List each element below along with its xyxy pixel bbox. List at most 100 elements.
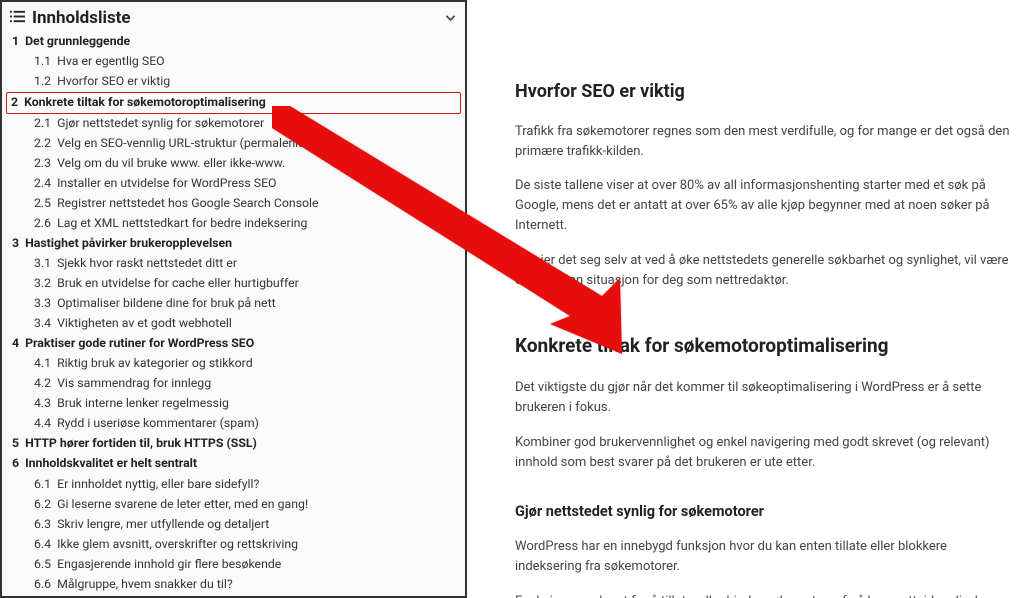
- toc-list: 1 Det grunnleggende1.1 Hva er egentlig SEO…: [10, 32, 457, 595]
- toc-item[interactable]: 6 Innholdskvalitet er helt sentralt: [10, 455, 457, 475]
- toc-item-number: 2.5: [34, 195, 51, 214]
- toc-item[interactable]: 6.4 Ikke glem avsnitt, overskrifter og re…: [10, 535, 457, 555]
- paragraph: WordPress har en innebygd funksjon hvor …: [515, 537, 1010, 577]
- toc-item-label: Målgruppe, hvem snakker du til?: [57, 576, 233, 595]
- toc-item-number: 6.4: [34, 536, 51, 555]
- toc-item-number: 6.3: [34, 516, 51, 535]
- toc-item[interactable]: 4.3 Bruk interne lenker regelmessig: [10, 395, 457, 415]
- paragraph: De siste tallene viser at over 80% av al…: [515, 176, 1010, 236]
- toc-item[interactable]: 1.1 Hva er egentlig SEO: [10, 52, 457, 72]
- toc-item-number: 6.1: [34, 476, 51, 495]
- table-of-contents: Innholdsliste 1 Det grunnleggende1.1 Hva e…: [0, 0, 467, 598]
- toc-item[interactable]: 4 Praktiser gode rutiner for WordPress SE…: [10, 335, 457, 355]
- heading-why: Hvorfor SEO er viktig: [515, 78, 1010, 106]
- toc-item-number: 3.1: [34, 255, 51, 274]
- toc-item-number: 6.5: [34, 556, 51, 575]
- toc-item-label: Ikke glem avsnitt, overskrifter og retts…: [57, 536, 298, 555]
- toc-item[interactable]: 3.3 Optimaliser bildene dine for bruk på …: [10, 295, 457, 315]
- toc-item-number: 3.3: [34, 295, 51, 314]
- toc-title: Innholdsliste: [32, 8, 131, 28]
- toc-item-number: 1: [12, 33, 19, 52]
- toc-item[interactable]: 4.1 Riktig bruk av kategorier og stikkord: [10, 355, 457, 375]
- toc-item[interactable]: 2 Konkrete tiltak for søkemotoroptimalise…: [6, 92, 461, 114]
- toc-item-number: 2: [11, 94, 18, 113]
- toc-item[interactable]: 2.4 Installer en utvidelse for WordPress …: [10, 174, 457, 194]
- toc-item-label: Viktigheten av et godt webhotell: [57, 315, 232, 334]
- toc-item-label: Bruk en utvidelse for cache eller hurtig…: [57, 275, 299, 294]
- heading-tiltak: Konkrete tiltak for søkemotoroptimaliser…: [515, 331, 1010, 360]
- toc-item-label: Sjekk hvor raskt nettstedet ditt er: [57, 255, 237, 274]
- toc-item[interactable]: 3.2 Bruk en utvidelse for cache eller hur…: [10, 275, 457, 295]
- toc-item[interactable]: 1 Det grunnleggende: [10, 32, 457, 52]
- toc-item[interactable]: 3.4 Viktigheten av et godt webhotell: [10, 315, 457, 335]
- toc-item[interactable]: 3 Hastighet påvirker brukeropplevelsen: [10, 234, 457, 254]
- toc-item[interactable]: 2.6 Lag et XML nettstedkart for bedre ind…: [10, 214, 457, 234]
- toc-item-number: 2.4: [34, 175, 51, 194]
- toc-item-label: Hvorfor SEO er viktig: [57, 73, 170, 92]
- toc-item-number: 4.1: [34, 355, 51, 374]
- toc-item-number: 2.3: [34, 155, 51, 174]
- toc-item-label: Lag et XML nettstedkart for bedre indeks…: [57, 215, 307, 234]
- toc-item-number: 2.1: [34, 115, 51, 134]
- paragraph: Det viktigste du gjør når det kommer til…: [515, 378, 1010, 418]
- toc-item[interactable]: 3.1 Sjekk hvor raskt nettstedet ditt er: [10, 255, 457, 275]
- toc-item-number: 4.2: [34, 375, 51, 394]
- toc-item-number: 4: [12, 335, 19, 354]
- toc-item[interactable]: 6.5 Engasjerende innhold gir flere besøke…: [10, 555, 457, 575]
- toc-item[interactable]: 6.2 Gi leserne svarene de leter etter, me…: [10, 495, 457, 515]
- toc-item-label: Gjør nettstedet synlig for søkemotorer: [57, 115, 264, 134]
- toc-item-label: Skriv lengre, mer utfyllende og detaljer…: [57, 516, 269, 535]
- toc-item-number: 4.4: [34, 415, 51, 434]
- toc-item-label: Hastighet påvirker brukeropplevelsen: [25, 235, 232, 254]
- toc-item-number: 3.4: [34, 315, 51, 334]
- toc-item-number: 4.3: [34, 395, 51, 414]
- toc-item-number: 6: [12, 455, 19, 474]
- toc-item[interactable]: 1.2 Hvorfor SEO er viktig: [10, 72, 457, 92]
- toc-item[interactable]: 6.6 Målgruppe, hvem snakker du til?: [10, 575, 457, 595]
- chevron-down-icon[interactable]: [444, 9, 457, 28]
- toc-item-label: HTTP hører fortiden til, bruk HTTPS (SSL…: [25, 435, 257, 454]
- heading-synlig: Gjør nettstedet synlig for søkemotorer: [515, 501, 1010, 523]
- toc-item-label: Registrer nettstedet hos Google Search C…: [57, 195, 318, 214]
- toc-item[interactable]: 6.3 Skriv lengre, mer utfyllende og detal…: [10, 515, 457, 535]
- toc-item-number: 1.2: [34, 73, 51, 92]
- toc-item-number: 5: [12, 435, 19, 454]
- toc-item[interactable]: 4.2 Vis sammendrag for innlegg: [10, 375, 457, 395]
- toc-item-label: Rydd i useriøse kommentarer (spam): [57, 415, 259, 434]
- toc-item-label: Engasjerende innhold gir flere besøkende: [57, 556, 281, 575]
- toc-item-number: 3.2: [34, 275, 51, 294]
- toc-item-label: Installer en utvidelse for WordPress SEO: [57, 175, 276, 194]
- paragraph: Trafikk fra søkemotorer regnes som den m…: [515, 122, 1010, 162]
- toc-item[interactable]: 4.4 Rydd i useriøse kommentarer (spam): [10, 415, 457, 435]
- toc-item-label: Velg en SEO-vennlig URL-struktur (permal…: [57, 135, 316, 154]
- article-body: Hvorfor SEO er viktig Trafikk fra søkemo…: [467, 0, 1024, 598]
- paragraph: Kombiner god brukervennlighet og enkel n…: [515, 433, 1010, 473]
- toc-item-label: Det grunnleggende: [25, 33, 130, 52]
- list-icon: [10, 9, 25, 28]
- toc-item-number: 1.1: [34, 53, 51, 72]
- toc-item-label: Velg om du vil bruke www. eller ikke-www…: [57, 155, 285, 174]
- toc-item[interactable]: 2.1 Gjør nettstedet synlig for søkemotore…: [10, 114, 457, 134]
- toc-item-label: Optimaliser bildene dine for bruk på net…: [57, 295, 276, 314]
- toc-item-number: 2.6: [34, 215, 51, 234]
- toc-item-label: Vis sammendrag for innlegg: [57, 375, 211, 394]
- toc-item-number: 6.2: [34, 496, 51, 515]
- toc-item-label: Hva er egentlig SEO: [57, 53, 165, 72]
- toc-item[interactable]: 5 HTTP hører fortiden til, bruk HTTPS (SS…: [10, 435, 457, 455]
- toc-item-number: 6.6: [34, 576, 51, 595]
- toc-item[interactable]: 6.1 Er innholdet nyttig, eller bare sidef…: [10, 475, 457, 495]
- toc-item[interactable]: 2.2Velg en SEO-vennlig URL-struktur (per…: [10, 134, 457, 154]
- toc-item-label: Er innholdet nyttig, eller bare sidefyll…: [57, 476, 259, 495]
- toc-item[interactable]: 2.3 Velg om du vil bruke www. eller ikke-…: [10, 154, 457, 174]
- toc-item-label: Riktig bruk av kategorier og stikkord: [57, 355, 253, 374]
- toc-item[interactable]: 2.5 Registrer nettstedet hos Google Searc…: [10, 194, 457, 214]
- toc-item-label: Konkrete tiltak for søkemotoroptimaliser…: [24, 94, 266, 113]
- toc-item-label: Innholdskvalitet er helt sentralt: [25, 455, 197, 474]
- toc-header[interactable]: Innholdsliste: [10, 8, 457, 30]
- paragraph: Funksjonen er laget for å tillate, eller…: [515, 592, 1010, 598]
- toc-item-label: Bruk interne lenker regelmessig: [57, 395, 229, 414]
- toc-item-label: Praktiser gode rutiner for WordPress SEO: [25, 335, 254, 354]
- toc-item-label: Gi leserne svarene de leter etter, med e…: [57, 496, 308, 515]
- paragraph: Da sier det seg selv at ved å øke nettst…: [515, 251, 1010, 291]
- toc-item-number: 3: [12, 235, 19, 254]
